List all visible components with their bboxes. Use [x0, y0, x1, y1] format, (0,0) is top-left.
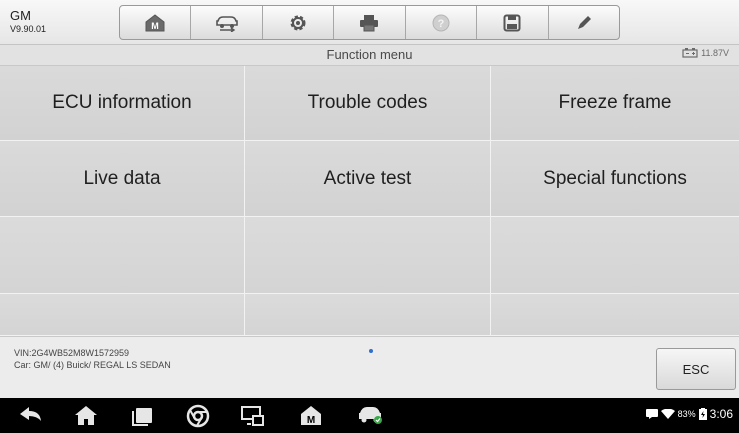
- pen-icon: [577, 15, 591, 29]
- home-button[interactable]: M: [120, 6, 192, 39]
- menu-item-special-functions[interactable]: Special functions: [491, 141, 739, 217]
- menu-item-empty: [491, 217, 739, 294]
- menu-item-ecu-information[interactable]: ECU information: [0, 66, 245, 141]
- svg-text:?: ?: [438, 18, 445, 30]
- help-button[interactable]: ?: [406, 6, 478, 39]
- notification-icon: [645, 409, 658, 419]
- menu-item-empty: [245, 294, 491, 336]
- battery-percent: 83%: [677, 409, 696, 419]
- car-text: Car: GM/ (4) Buick/ REGAL LS SEDAN: [14, 360, 171, 370]
- vehicle-make: GM: [10, 8, 31, 23]
- back-button[interactable]: [18, 404, 44, 431]
- vehicle-connect-button[interactable]: [356, 404, 384, 431]
- menu-item-active-test[interactable]: Active test: [245, 141, 491, 217]
- vin-text: VIN:2G4WB52M8W1572959: [14, 348, 130, 358]
- home-m-icon: M: [301, 406, 321, 426]
- home-icon: [75, 406, 97, 425]
- browser-button[interactable]: [186, 404, 210, 433]
- home-m-icon: M: [145, 13, 165, 31]
- page-title: Function menu: [326, 47, 413, 62]
- home-nav-button[interactable]: [73, 404, 99, 431]
- edit-button[interactable]: [549, 6, 619, 39]
- screen-mirror-icon: [241, 406, 264, 426]
- help-icon: ?: [432, 14, 450, 31]
- chrome-icon: [186, 404, 210, 428]
- save-button[interactable]: [477, 6, 549, 39]
- svg-text:M: M: [151, 21, 159, 31]
- back-arrow-icon: [20, 407, 41, 421]
- battery-charging-icon: [698, 408, 707, 420]
- menu-item-trouble-codes[interactable]: Trouble codes: [245, 66, 491, 141]
- system-status: 83% 3:06: [645, 407, 733, 421]
- function-grid: ECU information Trouble codes Freeze fra…: [0, 66, 739, 336]
- clock: 3:06: [709, 407, 733, 421]
- toolbar-button-group: M ?: [119, 5, 620, 40]
- recent-apps-button[interactable]: [130, 404, 156, 431]
- menu-item-live-data[interactable]: Live data: [0, 141, 245, 217]
- gear-icon: [290, 15, 306, 30]
- footer-bar: VIN:2G4WB52M8W1572959 Car: GM/ (4) Buick…: [0, 336, 739, 399]
- screen-tool-button[interactable]: [239, 404, 269, 433]
- voltage-value: 11.87V: [701, 48, 729, 58]
- menu-item-empty: [491, 294, 739, 336]
- menu-item-freeze-frame[interactable]: Freeze frame: [491, 66, 739, 141]
- car-connected-icon: [359, 407, 382, 424]
- menu-item-empty: [245, 217, 491, 294]
- vehicle-voltage: 11.87V: [682, 48, 729, 58]
- app-identity: GM V9.90.01: [10, 9, 46, 34]
- printer-icon: [360, 14, 379, 31]
- title-bar: Function menu 11.87V: [0, 45, 739, 66]
- diagnostics-home-button[interactable]: M: [299, 404, 323, 431]
- top-toolbar: GM V9.90.01 M ?: [0, 0, 739, 45]
- settings-button[interactable]: [263, 6, 335, 39]
- esc-button[interactable]: ESC: [656, 348, 736, 390]
- save-icon: [503, 14, 521, 31]
- page-indicator: [369, 349, 373, 353]
- software-version: V9.90.01: [10, 24, 47, 34]
- android-nav-bar: M 83% 3:06: [0, 398, 739, 433]
- vehicle-swap-icon: [215, 15, 238, 32]
- battery-icon: [682, 48, 698, 58]
- vehicle-swap-button[interactable]: [191, 6, 263, 39]
- wifi-icon: [660, 409, 675, 419]
- svg-text:M: M: [307, 415, 315, 426]
- vehicle-info: VIN:2G4WB52M8W1572959 Car: GM/ (4) Buick…: [14, 347, 171, 371]
- print-button[interactable]: [334, 6, 406, 39]
- menu-item-empty: [0, 294, 245, 336]
- menu-item-empty: [0, 217, 245, 294]
- recent-apps-icon: [132, 408, 152, 426]
